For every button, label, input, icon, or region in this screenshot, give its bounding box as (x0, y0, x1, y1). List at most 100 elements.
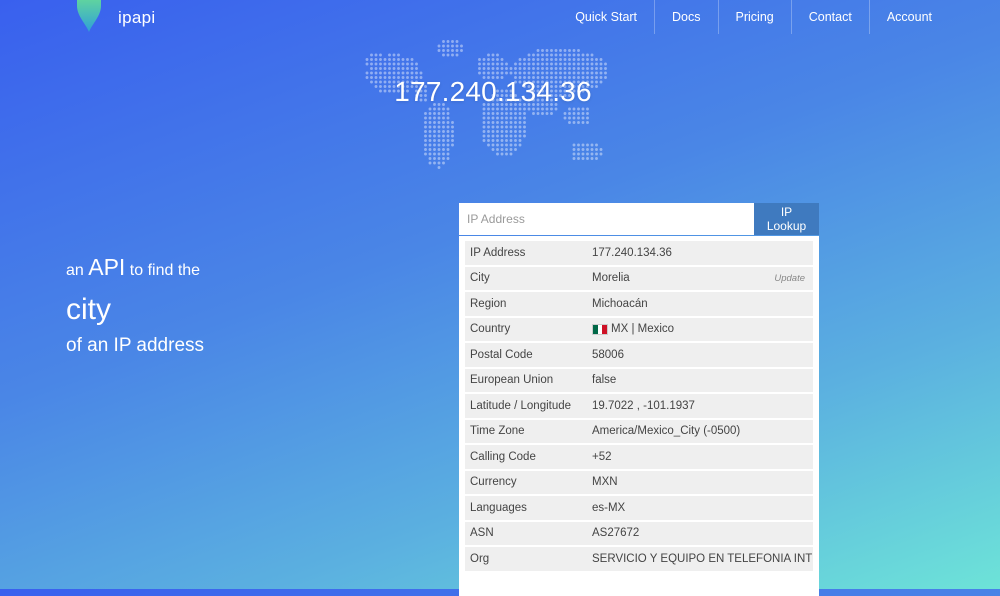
map-dot (599, 62, 603, 66)
map-dot (581, 152, 585, 156)
map-dot (505, 125, 508, 129)
map-dot (550, 112, 553, 115)
map-dot (446, 116, 450, 120)
map-dot (433, 148, 436, 151)
map-dot (442, 44, 445, 48)
map-dot (442, 53, 445, 57)
map-dot (563, 67, 567, 70)
map-dot (595, 148, 598, 151)
map-dot (433, 139, 436, 142)
map-dot (451, 125, 454, 129)
map-dot (446, 125, 450, 129)
map-dot (392, 71, 396, 75)
map-dot (559, 53, 562, 57)
map-dot (424, 134, 427, 138)
tagline-line-3: of an IP address (66, 335, 205, 356)
ip-lookup-button[interactable]: IP Lookup (754, 203, 819, 235)
map-dot (595, 157, 598, 160)
map-dot (442, 49, 445, 52)
map-dot (365, 71, 369, 75)
map-dot (437, 148, 441, 151)
map-dot (437, 143, 441, 147)
map-dot (437, 49, 441, 52)
map-dot (406, 58, 409, 61)
map-dot (424, 125, 427, 129)
map-dot (383, 62, 387, 66)
map-dot (514, 71, 517, 75)
map-dot (532, 67, 535, 70)
map-dot (541, 62, 544, 66)
map-dot (509, 152, 513, 156)
map-dot (487, 139, 490, 142)
map-dot (379, 58, 382, 61)
map-dot (383, 67, 387, 70)
map-dot (523, 130, 526, 133)
brand-logo[interactable]: ipapi (74, 0, 155, 34)
world-map-graphic (365, 40, 607, 169)
result-key: Calling Code (470, 450, 536, 463)
map-dot (446, 49, 450, 52)
map-dot (586, 157, 589, 160)
nav-docs[interactable]: Docs (655, 0, 719, 34)
lookup-result-panel: IP Address 177.240.134.36 City Morelia U… (459, 236, 819, 596)
map-dot (451, 40, 454, 43)
map-dot (410, 67, 414, 70)
map-dot (523, 125, 526, 129)
map-dot (437, 166, 441, 169)
map-dot (428, 157, 432, 160)
nav-account[interactable]: Account (870, 0, 932, 34)
map-dot (505, 112, 508, 115)
map-dot (581, 116, 585, 120)
map-dot (437, 134, 441, 138)
result-row-asn: ASN AS27672 (465, 521, 813, 545)
nav-quick-start[interactable]: Quick Start (575, 0, 656, 34)
map-dot (455, 40, 459, 43)
map-dot (451, 49, 454, 52)
map-dot (550, 67, 553, 70)
map-dot (523, 134, 526, 138)
map-dot (406, 67, 409, 70)
map-dot (491, 112, 495, 115)
map-dot (514, 116, 517, 120)
map-dot (442, 130, 445, 133)
map-dot (500, 134, 504, 138)
tagline-word-find: to find the (129, 262, 201, 279)
map-dot (491, 139, 495, 142)
map-dot (514, 62, 517, 66)
mexico-flag-icon (592, 323, 608, 335)
nav-contact[interactable]: Contact (792, 0, 870, 34)
map-dot (406, 62, 409, 66)
map-dot (514, 143, 517, 147)
map-dot (590, 62, 594, 66)
map-dot (487, 71, 490, 75)
nav-pricing[interactable]: Pricing (719, 0, 792, 34)
map-dot (536, 62, 540, 66)
map-dot (379, 62, 382, 66)
map-dot (577, 112, 580, 115)
map-dot (505, 130, 508, 133)
map-dot (496, 134, 499, 138)
result-key: Time Zone (470, 425, 525, 438)
map-dot (563, 71, 567, 75)
map-dot (392, 58, 396, 61)
map-dot (428, 125, 432, 129)
ip-address-input[interactable] (459, 203, 754, 235)
map-dot (442, 143, 445, 147)
map-dot (446, 152, 450, 156)
map-dot (437, 130, 441, 133)
map-dot (514, 139, 517, 142)
map-dot (568, 53, 571, 57)
map-dot (577, 121, 580, 124)
map-dot (496, 112, 499, 115)
map-dot (541, 112, 544, 115)
map-dot (478, 71, 481, 75)
map-dot (424, 121, 427, 124)
update-city-link[interactable]: Update (774, 267, 805, 291)
result-value: SERVICIO Y EQUIPO EN TELEFONIA INTERNET … (592, 552, 813, 565)
map-dot (460, 49, 463, 52)
map-dot (451, 134, 454, 138)
result-row-postal-code: Postal Code 58006 (465, 343, 813, 367)
map-dot (446, 130, 450, 133)
map-dot (572, 53, 576, 57)
map-dot (374, 58, 378, 61)
